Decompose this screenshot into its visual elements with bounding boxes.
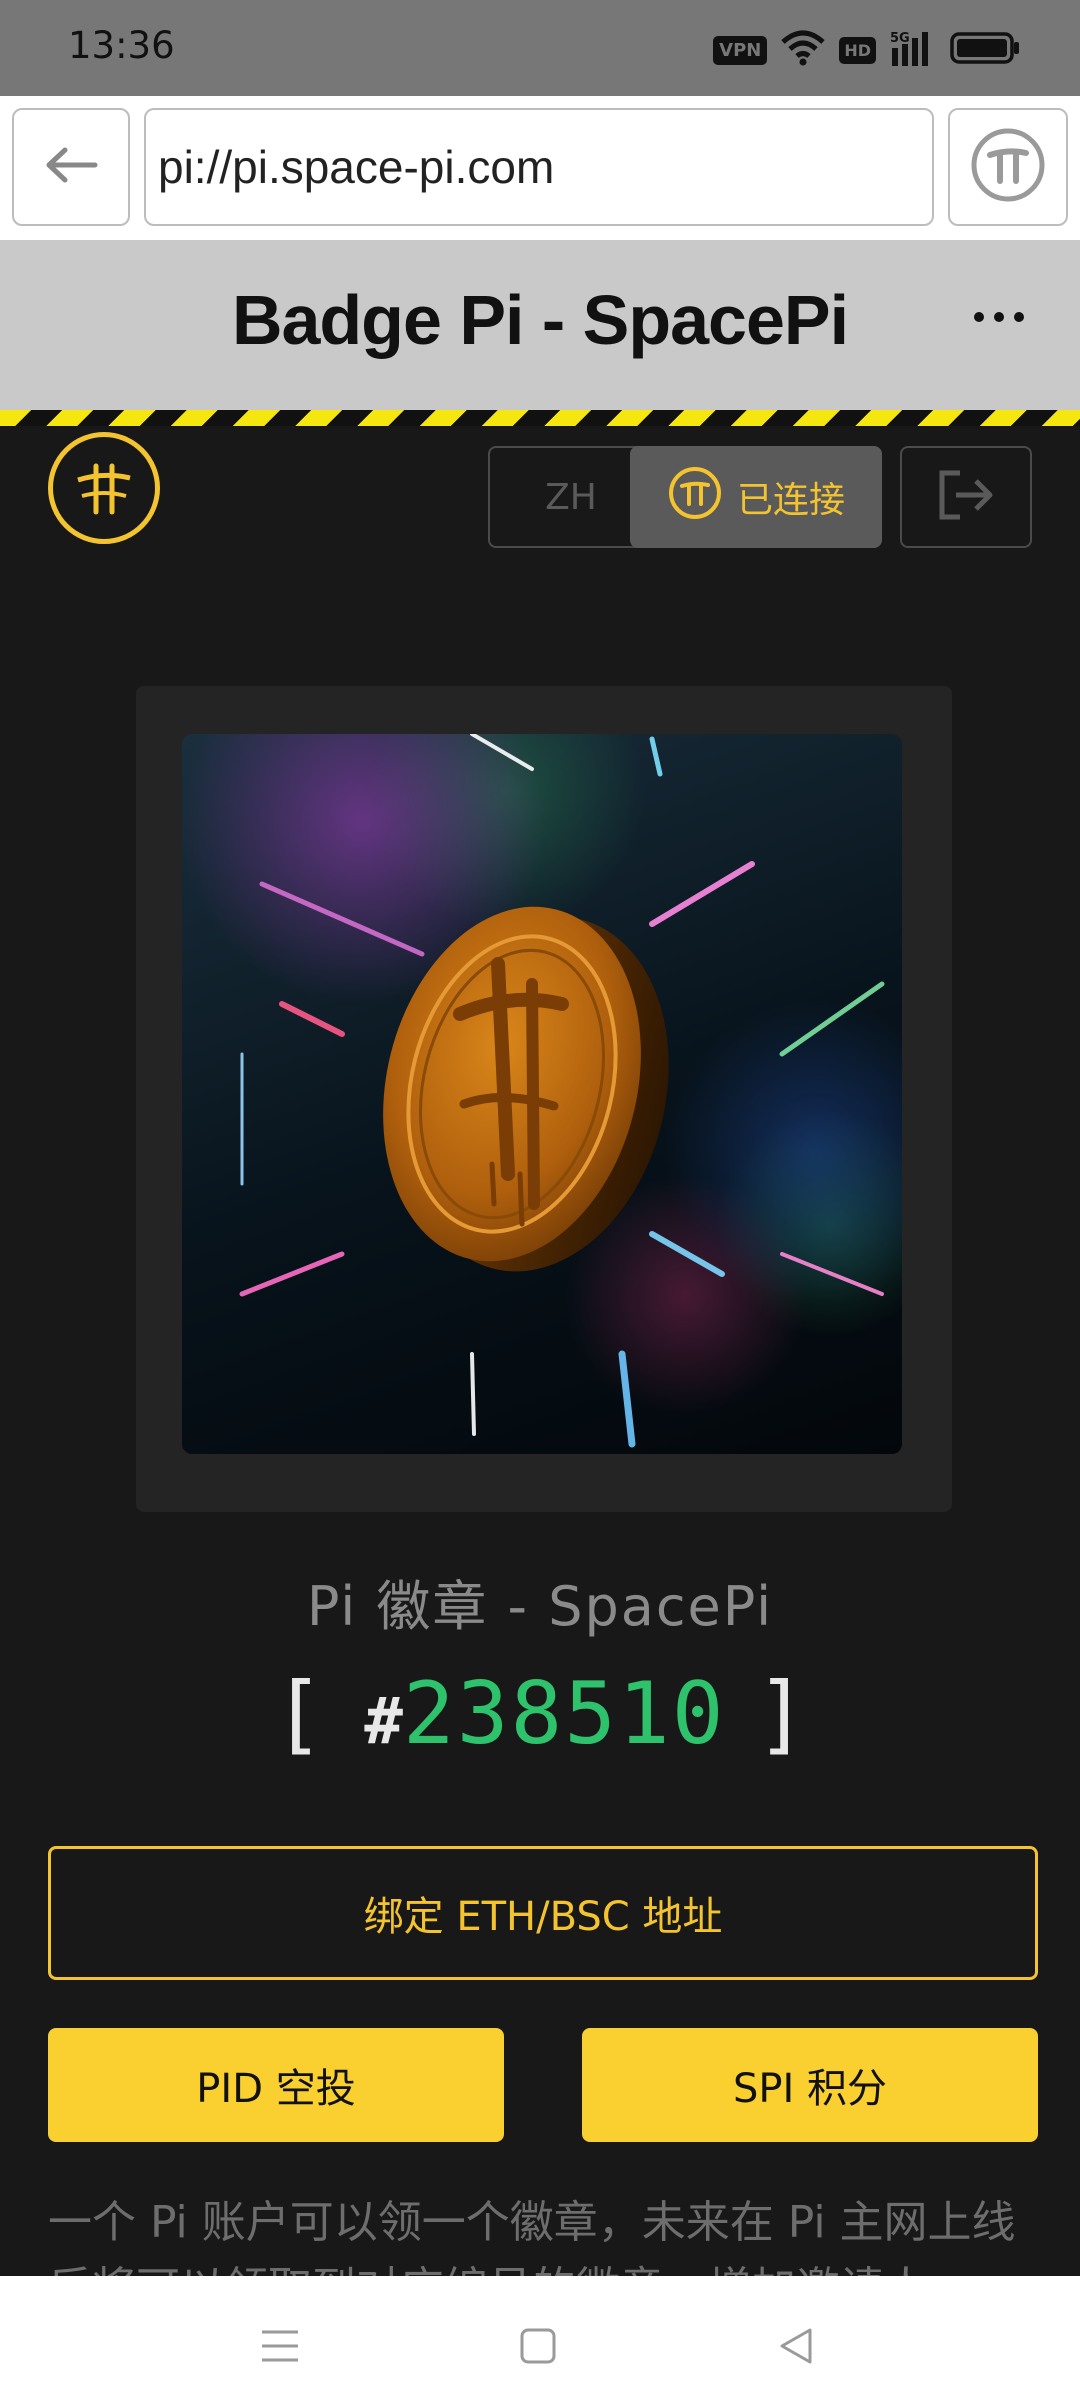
connected-label: 已连接 — [736, 480, 845, 521]
menu-icon[interactable] — [250, 2316, 310, 2376]
back-triangle-icon[interactable] — [766, 2316, 826, 2376]
badge-name: Pi 徽章 - SpacePi — [306, 1575, 774, 1638]
home-square-icon[interactable] — [508, 2316, 568, 2376]
page-title: Badge Pi - SpacePi — [231, 281, 849, 359]
back-button[interactable] — [12, 108, 130, 226]
spacepi-logo[interactable] — [48, 432, 160, 544]
hazard-stripe — [0, 410, 1080, 426]
pi-coin-icon — [667, 465, 723, 530]
5g-signal-icon: 5G — [890, 30, 936, 70]
pi-icon — [968, 125, 1048, 209]
system-nav-bar — [0, 2276, 1080, 2408]
badge-image — [182, 734, 902, 1454]
pi-button[interactable] — [948, 108, 1068, 226]
bind-address-button[interactable]: 绑定 ETH/BSC 地址 — [48, 1846, 1038, 1980]
wifi-icon — [781, 30, 825, 70]
spi-points-button[interactable]: SPI 积分 — [582, 2028, 1038, 2142]
page-titlebar: Badge Pi - SpacePi — [0, 240, 1080, 410]
connected-button[interactable]: 已连接 — [630, 446, 882, 548]
badge-number: [ #238510] — [0, 1664, 1080, 1764]
vpn-icon: VPN — [713, 35, 768, 65]
more-options-icon[interactable] — [974, 312, 1024, 322]
hd-icon: HD — [839, 36, 876, 64]
status-icons: VPN HD 5G — [713, 30, 1020, 70]
logout-button[interactable] — [900, 446, 1032, 548]
description-text: 一个 Pi 账户可以领一个徽章，未来在 Pi 主网上线后将可以领取到对应编号的徽… — [48, 2197, 1016, 2276]
badge-card — [136, 686, 952, 1512]
bracket-close: ] — [755, 1664, 808, 1764]
logout-icon — [936, 469, 996, 525]
back-arrow-icon — [43, 145, 99, 189]
url-input[interactable]: pi://pi.space-pi.com — [144, 108, 934, 226]
status-bar: 13:36 VPN HD 5G — [0, 0, 1080, 96]
badge-number-value: 238510 — [402, 1664, 726, 1764]
pid-airdrop-button[interactable]: PID 空投 — [48, 2028, 504, 2142]
browser-bar: pi://pi.space-pi.com — [0, 96, 1080, 240]
svg-text:5G: 5G — [890, 31, 910, 46]
badge-hash: # — [364, 1685, 403, 1759]
status-time: 13:36 — [68, 24, 175, 67]
battery-icon — [950, 31, 1020, 69]
bracket-open: [ — [272, 1664, 325, 1764]
pi-coin-artwork — [239, 734, 885, 1448]
